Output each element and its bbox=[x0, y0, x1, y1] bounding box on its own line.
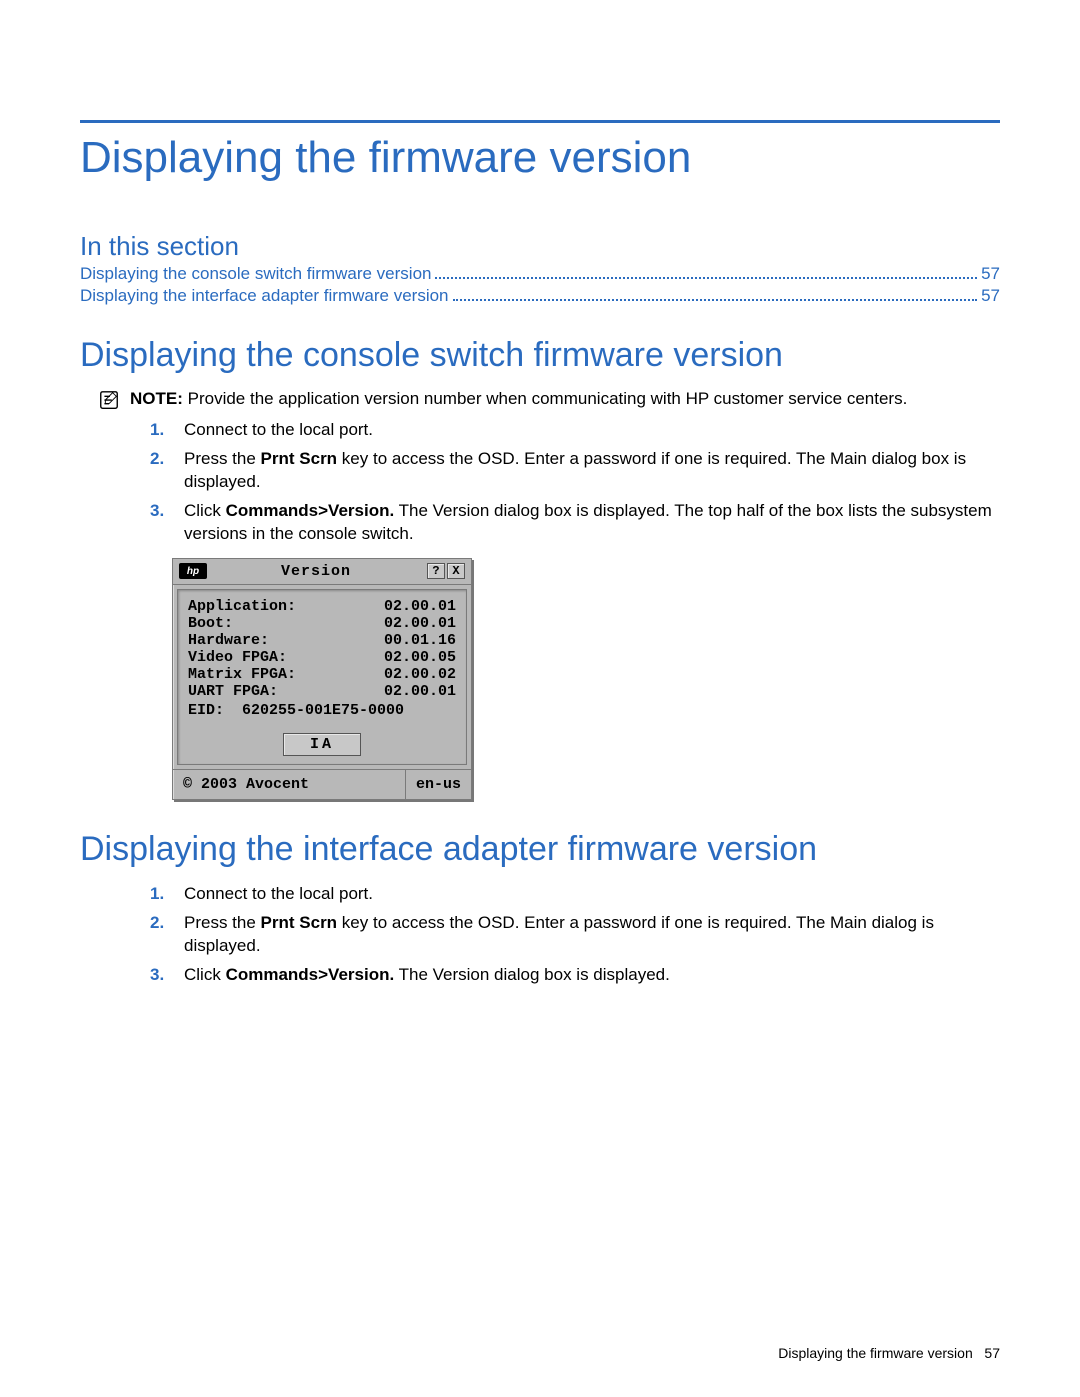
dialog-title: Version bbox=[207, 563, 425, 580]
section-heading-console-switch: Displaying the console switch firmware v… bbox=[80, 336, 1000, 375]
table-row: Application: 02.00.01 bbox=[188, 598, 456, 615]
version-key: Hardware: bbox=[188, 632, 269, 649]
page-footer: Displaying the firmware version 57 bbox=[778, 1345, 1000, 1361]
step-pre: Click bbox=[184, 501, 226, 520]
version-key: UART FPGA: bbox=[188, 683, 278, 700]
step-pre: Click bbox=[184, 965, 226, 984]
step-number: 2. bbox=[150, 912, 170, 958]
step-text: Click Commands>Version. The Version dial… bbox=[184, 964, 670, 987]
version-key: Boot: bbox=[188, 615, 233, 632]
ia-button[interactable]: IA bbox=[283, 733, 361, 756]
list-item: 3. Click Commands>Version. The Version d… bbox=[150, 964, 1000, 987]
eid-row: EID: 620255-001E75-0000 bbox=[188, 702, 456, 719]
step-number: 1. bbox=[150, 883, 170, 906]
table-row: Video FPGA: 02.00.05 bbox=[188, 649, 456, 666]
table-row: Boot: 02.00.01 bbox=[188, 615, 456, 632]
list-item: 1. Connect to the local port. bbox=[150, 419, 1000, 442]
toc-row[interactable]: Displaying the interface adapter firmwar… bbox=[80, 286, 1000, 306]
note-body: Provide the application version number w… bbox=[188, 389, 908, 408]
step-post: The Version dialog box is displayed. bbox=[394, 965, 670, 984]
toc-dots bbox=[435, 277, 977, 279]
step-text: Press the Prnt Scrn key to access the OS… bbox=[184, 448, 1000, 494]
version-value: 02.00.05 bbox=[384, 649, 456, 666]
toc-page: 57 bbox=[981, 264, 1000, 284]
step-bold: Commands>Version. bbox=[226, 965, 395, 984]
version-value: 02.00.01 bbox=[384, 683, 456, 700]
version-value: 02.00.02 bbox=[384, 666, 456, 683]
note-label: NOTE: bbox=[130, 389, 183, 408]
document-page: Displaying the firmware version In this … bbox=[0, 0, 1080, 1397]
version-key: Video FPGA: bbox=[188, 649, 287, 666]
step-text: Connect to the local port. bbox=[184, 883, 373, 906]
version-value: 00.01.16 bbox=[384, 632, 456, 649]
step-text: Connect to the local port. bbox=[184, 419, 373, 442]
eid-label: EID: bbox=[188, 702, 224, 719]
top-rule bbox=[80, 120, 1000, 123]
toc-dots bbox=[453, 299, 978, 301]
close-button[interactable]: X bbox=[447, 563, 465, 579]
version-dialog: hp Version ? X Application: 02.00.01 Boot… bbox=[172, 558, 472, 800]
list-item: 1. Connect to the local port. bbox=[150, 883, 1000, 906]
step-pre: Press the bbox=[184, 449, 261, 468]
step-text: Press the Prnt Scrn key to access the OS… bbox=[184, 912, 1000, 958]
step-number: 2. bbox=[150, 448, 170, 494]
copyright-text: © 2003 Avocent bbox=[173, 770, 406, 799]
version-key: Application: bbox=[188, 598, 296, 615]
table-row: Hardware: 00.01.16 bbox=[188, 632, 456, 649]
step-number: 3. bbox=[150, 500, 170, 546]
language-text: en-us bbox=[406, 770, 471, 799]
step-number: 1. bbox=[150, 419, 170, 442]
dialog-body: Application: 02.00.01 Boot: 02.00.01 Hardw… bbox=[177, 589, 467, 765]
toc-page: 57 bbox=[981, 286, 1000, 306]
list-item: 3. Click Commands>Version. The Version d… bbox=[150, 500, 1000, 546]
step-bold: Commands>Version. bbox=[226, 501, 395, 520]
ia-button-row: IA bbox=[188, 733, 456, 756]
toc-label: Displaying the console switch firmware v… bbox=[80, 264, 431, 284]
version-value: 02.00.01 bbox=[384, 598, 456, 615]
footer-label: Displaying the firmware version bbox=[778, 1345, 973, 1361]
step-number: 3. bbox=[150, 964, 170, 987]
step-bold: Prnt Scrn bbox=[261, 913, 338, 932]
page-title: Displaying the firmware version bbox=[80, 133, 1000, 183]
step-pre: Press the bbox=[184, 913, 261, 932]
in-this-section-heading: In this section bbox=[80, 231, 1000, 262]
note-text: NOTE: Provide the application version nu… bbox=[130, 389, 907, 409]
note-block: NOTE: Provide the application version nu… bbox=[98, 389, 1000, 411]
footer-page-number: 57 bbox=[984, 1345, 1000, 1361]
list-item: 2. Press the Prnt Scrn key to access the… bbox=[150, 912, 1000, 958]
section-heading-interface-adapter: Displaying the interface adapter firmwar… bbox=[80, 830, 1000, 869]
hp-logo: hp bbox=[179, 563, 207, 579]
eid-value: 620255-001E75-0000 bbox=[242, 702, 404, 719]
version-value: 02.00.01 bbox=[384, 615, 456, 632]
table-row: UART FPGA: 02.00.01 bbox=[188, 683, 456, 700]
step-text: Click Commands>Version. The Version dial… bbox=[184, 500, 1000, 546]
toc-label: Displaying the interface adapter firmwar… bbox=[80, 286, 449, 306]
toc-row[interactable]: Displaying the console switch firmware v… bbox=[80, 264, 1000, 284]
step-bold: Prnt Scrn bbox=[261, 449, 338, 468]
version-key: Matrix FPGA: bbox=[188, 666, 296, 683]
list-item: 2. Press the Prnt Scrn key to access the… bbox=[150, 448, 1000, 494]
steps-list-console: 1. Connect to the local port. 2. Press t… bbox=[150, 419, 1000, 546]
steps-list-interface: 1. Connect to the local port. 2. Press t… bbox=[150, 883, 1000, 987]
dialog-footer: © 2003 Avocent en-us bbox=[173, 769, 471, 799]
dialog-titlebar: hp Version ? X bbox=[173, 559, 471, 585]
table-row: Matrix FPGA: 02.00.02 bbox=[188, 666, 456, 683]
help-button[interactable]: ? bbox=[427, 563, 445, 579]
note-icon bbox=[98, 389, 120, 411]
